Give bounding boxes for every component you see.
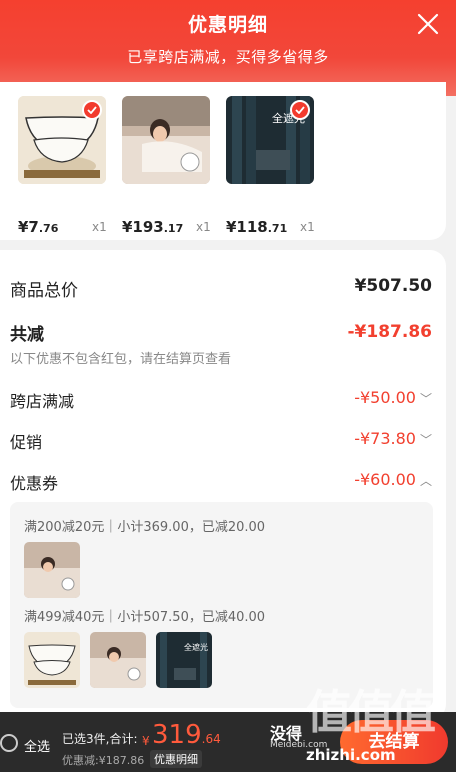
discount-item-value[interactable]: -¥73.80 ﹀ xyxy=(354,429,432,448)
checked-icon xyxy=(82,100,102,120)
coupon-rule: 满499减40元｜小计507.50，已减40.00 xyxy=(24,610,266,625)
selected-count: 已选3件,合计: xyxy=(62,732,138,746)
close-icon[interactable] xyxy=(416,12,440,36)
discount-item-label: 跨店满减 xyxy=(10,392,75,411)
product-price: ¥7.76 xyxy=(18,218,59,236)
product-qty: x1 xyxy=(92,220,107,234)
coupon-thumb-label: 全遮光 xyxy=(184,643,208,652)
discount-item-value[interactable]: -¥50.00 ﹀ xyxy=(354,388,432,407)
product-price: ¥118.71 xyxy=(226,218,288,236)
watermark-logo: 值值值 xyxy=(306,685,436,739)
checked-icon xyxy=(290,100,310,120)
product-item[interactable]: ¥193.17 x1 xyxy=(122,96,211,236)
product-image-sofa xyxy=(122,96,210,184)
selected-products: ¥7.76 x1 ¥193.17 x1 全遮光 ¥118.71 x1 xyxy=(0,82,446,240)
coupon-product-thumb xyxy=(24,542,80,598)
page-title: 优惠明细 xyxy=(187,14,268,36)
select-all-radio[interactable] xyxy=(0,734,18,752)
chevron-down-icon: ﹀ xyxy=(419,392,432,406)
discount-item-label: 促销 xyxy=(10,433,43,452)
coupon-rule: 满200减20元｜小计369.00，已减20.00 xyxy=(24,520,266,535)
discount-item-label: 优惠券 xyxy=(10,474,59,493)
coupon-product-thumb: 全遮光 xyxy=(156,632,212,688)
page-subtitle: 已享跨店满减，买得多省得多 xyxy=(127,48,329,66)
order-total: 319.64 xyxy=(152,720,221,750)
coupon-product-thumb xyxy=(90,632,146,688)
discount-item-value[interactable]: -¥60.00 ︿ xyxy=(354,470,432,489)
discount-detail-button[interactable]: 优惠明细 xyxy=(150,750,202,768)
chevron-down-icon: ﹀ xyxy=(419,433,432,447)
total-reduction-value: -¥187.86 xyxy=(347,322,433,342)
product-image-bowls xyxy=(18,96,106,184)
product-image-curtain: 全遮光 xyxy=(226,96,314,184)
watermark-domain: zhizhi.com xyxy=(306,746,396,764)
product-price: ¥193.17 xyxy=(122,218,184,236)
product-qty: x1 xyxy=(300,220,315,234)
product-item[interactable]: 全遮光 ¥118.71 x1 xyxy=(226,96,315,236)
goods-total-value: ¥507.50 xyxy=(354,276,432,296)
currency-symbol: ¥ xyxy=(142,734,150,748)
total-reduction-label: 共减 xyxy=(10,325,44,345)
goods-total-label: 商品总价 xyxy=(10,281,78,301)
coupon-product-thumb xyxy=(24,632,80,688)
discount-summary: 商品总价 ¥507.50 共减 -¥187.86 以下优惠不包含红包，请在结算页… xyxy=(0,250,446,720)
product-qty: x1 xyxy=(196,220,211,234)
select-all-label[interactable]: 全选 xyxy=(24,736,50,755)
chevron-up-icon: ︿ xyxy=(419,474,432,488)
discount-summary-text: 优惠减:¥187.86 xyxy=(62,754,145,767)
product-item[interactable]: ¥7.76 x1 xyxy=(18,96,107,236)
discount-note: 以下优惠不包含红包，请在结算页查看 xyxy=(10,352,232,367)
